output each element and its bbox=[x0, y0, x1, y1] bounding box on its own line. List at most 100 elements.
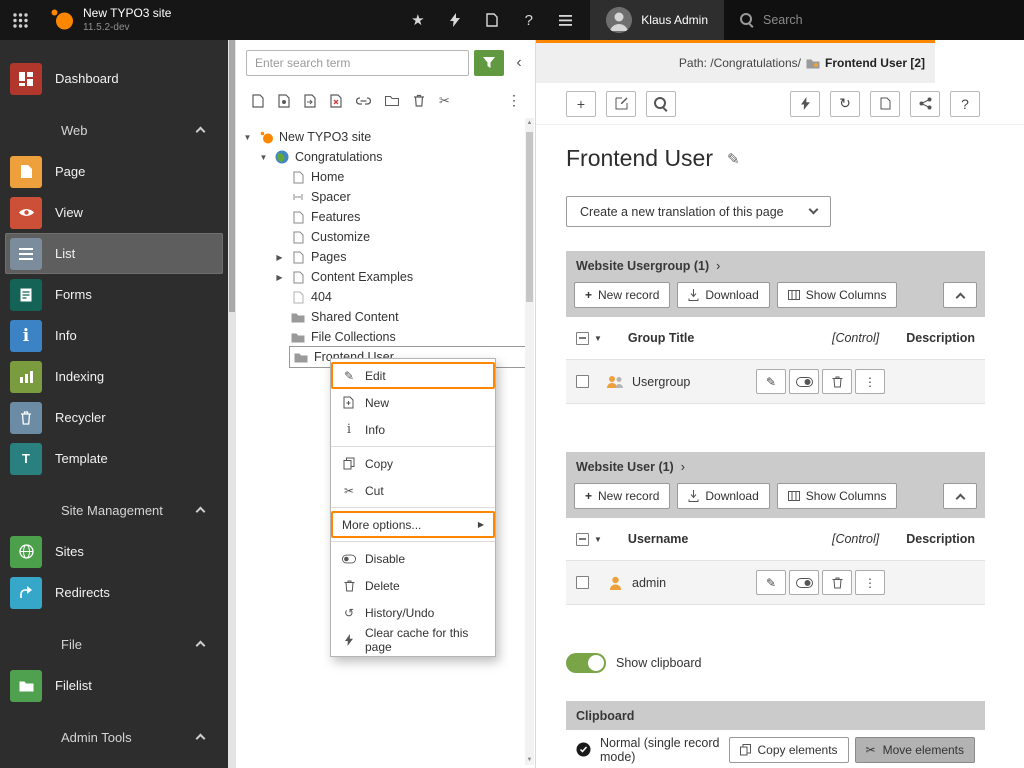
delete-record-button[interactable] bbox=[822, 570, 852, 595]
help-button[interactable]: ? bbox=[950, 90, 980, 117]
collapse-tree-icon[interactable]: ‹ bbox=[509, 55, 529, 71]
tree-node[interactable]: ▶ Pages bbox=[236, 247, 535, 267]
user-menu[interactable]: Klaus Admin bbox=[590, 0, 724, 40]
radio-selected-icon[interactable] bbox=[576, 742, 591, 757]
show-columns-button[interactable]: Show Columns bbox=[776, 483, 898, 509]
select-all-checkbox[interactable] bbox=[576, 331, 589, 345]
tree-node[interactable]: File Collections bbox=[236, 327, 535, 347]
sidebar-section-file[interactable]: File bbox=[0, 624, 228, 665]
sidebar-item-filelist[interactable]: Filelist bbox=[5, 665, 223, 706]
help-icon[interactable]: ? bbox=[510, 0, 547, 40]
sidebar-item-page[interactable]: Page bbox=[5, 151, 223, 192]
context-menu-item-more-options[interactable]: More options... ▶ bbox=[331, 511, 495, 538]
opendocs-icon[interactable] bbox=[473, 0, 510, 40]
copy-elements-button[interactable]: Copy elements bbox=[728, 736, 849, 763]
tree-node[interactable]: 404 bbox=[236, 287, 535, 307]
table-row[interactable]: Usergroup ✎ ⋮ bbox=[566, 359, 985, 404]
sidebar-item-list[interactable]: List bbox=[5, 233, 223, 274]
tree-node[interactable]: Shared Content bbox=[236, 307, 535, 327]
delete-record-button[interactable] bbox=[822, 369, 852, 394]
tree-node-root[interactable]: ▼ New TYPO3 site bbox=[236, 127, 535, 147]
new-record-button[interactable]: + New record bbox=[574, 282, 671, 308]
collapse-panel-button[interactable] bbox=[943, 282, 977, 308]
link-icon[interactable] bbox=[356, 96, 371, 105]
show-columns-button[interactable]: Show Columns bbox=[776, 282, 898, 308]
sidebar-item-forms[interactable]: Forms bbox=[5, 274, 223, 315]
share-button[interactable] bbox=[910, 90, 940, 117]
tree-node[interactable]: Customize bbox=[236, 227, 535, 247]
tree-search-input[interactable] bbox=[246, 50, 469, 76]
more-actions-button[interactable]: ⋮ bbox=[855, 369, 885, 394]
context-menu-item-edit[interactable]: ✎ Edit bbox=[331, 362, 495, 389]
scrollbar-thumb[interactable] bbox=[526, 132, 533, 302]
trash-icon[interactable] bbox=[413, 94, 425, 107]
caret-right-icon[interactable]: ▶ bbox=[274, 253, 285, 262]
edit-title-icon[interactable]: ✎ bbox=[727, 150, 740, 168]
sidebar-item-recycler[interactable]: Recycler bbox=[5, 397, 223, 438]
caret-down-icon[interactable]: ▼ bbox=[258, 153, 269, 162]
scrollbar-thumb[interactable] bbox=[229, 40, 235, 312]
sidebar-scrollbar[interactable] bbox=[228, 40, 236, 768]
reload-button[interactable]: ↻ bbox=[830, 90, 860, 117]
new-link-page-icon[interactable] bbox=[304, 93, 316, 108]
edit-page-button[interactable] bbox=[606, 90, 636, 117]
scroll-down-icon[interactable]: ▼ bbox=[525, 757, 534, 763]
context-menu-item-new[interactable]: New bbox=[331, 389, 495, 416]
tree-node[interactable]: Spacer bbox=[236, 187, 535, 207]
show-clipboard-toggle[interactable] bbox=[566, 653, 606, 673]
tree-scrollbar[interactable]: ▲ ▼ bbox=[525, 118, 534, 765]
search-input[interactable] bbox=[763, 13, 963, 27]
select-all-checkbox[interactable] bbox=[576, 532, 589, 546]
chevron-right-icon[interactable]: › bbox=[716, 259, 720, 273]
brand[interactable]: New TYPO3 site 11.5.2-dev bbox=[40, 0, 181, 40]
context-menu-item-cut[interactable]: ✂ Cut bbox=[331, 477, 495, 504]
clear-cache-icon[interactable] bbox=[436, 0, 473, 40]
new-error-page-icon[interactable] bbox=[330, 93, 342, 108]
context-menu-item-clear-cache[interactable]: Clear cache for this page bbox=[331, 626, 495, 654]
context-menu-item-copy[interactable]: Copy bbox=[331, 450, 495, 477]
sidebar-item-view[interactable]: View bbox=[5, 192, 223, 233]
sidebar-section-site-management[interactable]: Site Management bbox=[0, 490, 228, 531]
caret-right-icon[interactable]: ▶ bbox=[274, 273, 285, 282]
hide-record-button[interactable] bbox=[789, 369, 819, 394]
select-caret-icon[interactable]: ▼ bbox=[594, 535, 602, 544]
bookmark-icon[interactable]: ★ bbox=[399, 0, 436, 40]
cut-icon[interactable]: ✂ bbox=[439, 93, 450, 109]
doc-button[interactable] bbox=[870, 90, 900, 117]
tree-filter-button[interactable] bbox=[474, 50, 504, 76]
select-caret-icon[interactable]: ▼ bbox=[594, 334, 602, 343]
row-checkbox[interactable] bbox=[576, 576, 589, 589]
edit-record-button[interactable]: ✎ bbox=[756, 570, 786, 595]
edit-record-button[interactable]: ✎ bbox=[756, 369, 786, 394]
sidebar-section-web[interactable]: Web bbox=[0, 110, 228, 151]
row-checkbox[interactable] bbox=[576, 375, 589, 388]
context-menu-item-delete[interactable]: Delete bbox=[331, 572, 495, 599]
systemlog-icon[interactable] bbox=[547, 0, 584, 40]
chevron-right-icon[interactable]: › bbox=[681, 460, 685, 474]
apps-grid-icon[interactable] bbox=[0, 0, 40, 40]
context-menu-item-history[interactable]: ↺ History/Undo bbox=[331, 599, 495, 626]
download-button[interactable]: Download bbox=[677, 483, 770, 509]
sidebar-item-redirects[interactable]: Redirects bbox=[5, 572, 223, 613]
sidebar-item-info[interactable]: i Info bbox=[5, 315, 223, 356]
new-record-button[interactable]: + New record bbox=[574, 483, 671, 509]
more-actions-button[interactable]: ⋮ bbox=[855, 570, 885, 595]
caret-down-icon[interactable]: ▼ bbox=[242, 133, 253, 142]
tree-node[interactable]: ▼ Congratulations bbox=[236, 147, 535, 167]
tree-node[interactable]: Features bbox=[236, 207, 535, 227]
sidebar-item-sites[interactable]: Sites bbox=[5, 531, 223, 572]
new-page-icon[interactable] bbox=[252, 93, 264, 108]
tree-more-icon[interactable]: ⋮ bbox=[507, 92, 521, 109]
sidebar-item-template[interactable]: T Template bbox=[5, 438, 223, 479]
hide-record-button[interactable] bbox=[789, 570, 819, 595]
collapse-panel-button[interactable] bbox=[943, 483, 977, 509]
scroll-up-icon[interactable]: ▲ bbox=[525, 120, 534, 126]
new-shortcut-page-icon[interactable] bbox=[278, 93, 290, 108]
tree-node[interactable]: ▶ Content Examples bbox=[236, 267, 535, 287]
folder-icon[interactable] bbox=[385, 95, 399, 106]
new-record-icon-button[interactable]: + bbox=[566, 90, 596, 117]
context-menu-item-info[interactable]: i Info bbox=[331, 416, 495, 443]
download-button[interactable]: Download bbox=[677, 282, 770, 308]
sidebar-item-dashboard[interactable]: Dashboard bbox=[5, 58, 223, 99]
translation-dropdown[interactable]: Create a new translation of this page bbox=[566, 196, 831, 227]
